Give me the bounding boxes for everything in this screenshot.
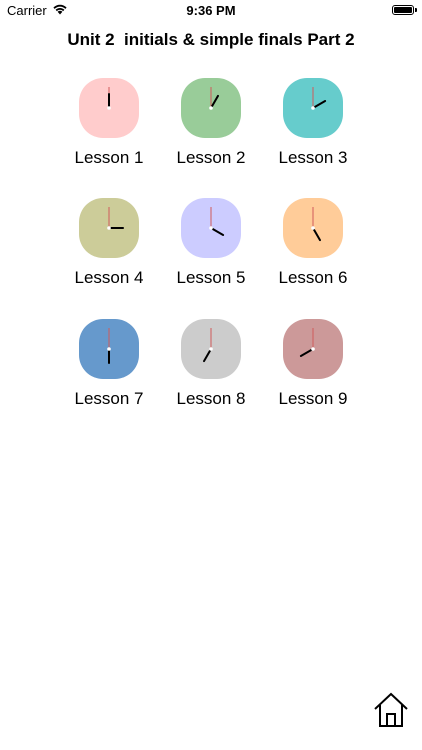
lesson-8-clock-icon bbox=[181, 319, 241, 379]
lesson-2-label: Lesson 2 bbox=[176, 148, 246, 167]
hour-hand bbox=[210, 94, 219, 109]
center-dot bbox=[107, 106, 111, 110]
lesson-3-button[interactable]: Lesson 3 bbox=[263, 78, 363, 178]
lesson-6-button[interactable]: Lesson 6 bbox=[263, 198, 363, 298]
lesson-7-clock-icon bbox=[79, 319, 139, 379]
page-title: Unit 2 initials & simple finals Part 2 bbox=[67, 30, 355, 49]
lesson-1-clock-icon bbox=[79, 78, 139, 138]
lesson-6-label: Lesson 6 bbox=[278, 268, 348, 287]
lesson-1-label: Lesson 1 bbox=[74, 148, 144, 167]
lesson-4-button[interactable]: Lesson 4 bbox=[59, 198, 159, 298]
lesson-8-label: Lesson 8 bbox=[176, 389, 246, 408]
hour-hand bbox=[312, 227, 321, 242]
hour-hand bbox=[210, 227, 225, 236]
lesson-6-clock-icon bbox=[283, 198, 343, 258]
lesson-4-clock-icon bbox=[79, 198, 139, 258]
lesson-3-label: Lesson 3 bbox=[278, 148, 348, 167]
status-bar: Carrier 9:36 PM bbox=[0, 0, 422, 22]
lesson-7-label: Lesson 7 bbox=[74, 389, 144, 408]
lesson-1-button[interactable]: Lesson 1 bbox=[59, 78, 159, 178]
center-dot bbox=[311, 347, 315, 351]
center-dot bbox=[209, 226, 213, 230]
lesson-8-button[interactable]: Lesson 8 bbox=[161, 319, 261, 419]
battery-icon bbox=[392, 5, 417, 15]
center-dot bbox=[107, 347, 111, 351]
home-icon bbox=[374, 692, 408, 727]
lesson-2-button[interactable]: Lesson 2 bbox=[161, 78, 261, 178]
center-dot bbox=[311, 106, 315, 110]
lesson-5-label: Lesson 5 bbox=[176, 268, 246, 287]
hour-hand bbox=[203, 348, 212, 363]
center-dot bbox=[209, 106, 213, 110]
center-dot bbox=[311, 226, 315, 230]
lesson-9-label: Lesson 9 bbox=[278, 389, 348, 408]
center-dot bbox=[209, 347, 213, 351]
lesson-7-button[interactable]: Lesson 7 bbox=[59, 319, 159, 419]
lesson-5-button[interactable]: Lesson 5 bbox=[161, 198, 261, 298]
hour-hand bbox=[299, 348, 314, 357]
status-time: 9:36 PM bbox=[186, 3, 236, 18]
home-button[interactable] bbox=[372, 691, 410, 729]
lesson-9-clock-icon bbox=[283, 319, 343, 379]
lesson-3-clock-icon bbox=[283, 78, 343, 138]
center-dot bbox=[107, 226, 111, 230]
lesson-9-button[interactable]: Lesson 9 bbox=[263, 319, 363, 419]
lesson-2-clock-icon bbox=[181, 78, 241, 138]
hour-hand bbox=[312, 100, 327, 109]
lesson-4-label: Lesson 4 bbox=[74, 268, 144, 287]
lesson-5-clock-icon bbox=[181, 198, 241, 258]
